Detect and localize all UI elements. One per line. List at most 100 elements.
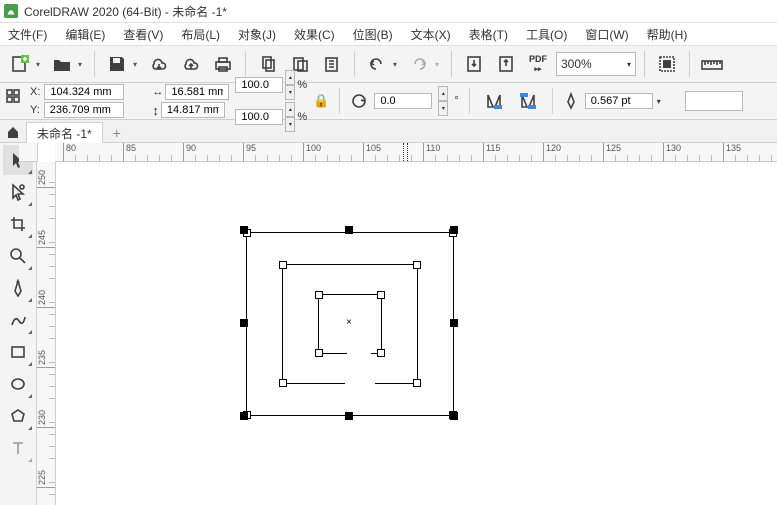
ruler-tick: 240 xyxy=(37,290,55,308)
cloud-up-button[interactable] xyxy=(177,50,205,78)
undo-button[interactable] xyxy=(363,50,391,78)
shape-node[interactable] xyxy=(377,349,385,357)
selection-handle[interactable] xyxy=(450,319,458,327)
shape-node[interactable] xyxy=(377,291,385,299)
scale-x-stepper[interactable]: ▴▾ xyxy=(285,70,295,100)
canvas[interactable]: × xyxy=(56,162,777,505)
shape-node[interactable] xyxy=(279,379,287,387)
width-icon: ↔ xyxy=(152,86,163,98)
ruler-tick: 110 xyxy=(423,143,440,161)
menu-layout[interactable]: 布局(L) xyxy=(181,26,220,43)
ruler-canvas-area: 80859095100105110115120125130135140 2502… xyxy=(37,143,777,505)
menu-bitmap[interactable]: 位图(B) xyxy=(353,26,393,43)
ruler-origin[interactable] xyxy=(19,143,38,162)
mirror-h-button[interactable] xyxy=(480,87,508,115)
text-tool[interactable] xyxy=(3,433,33,463)
home-tab[interactable] xyxy=(0,122,26,142)
scale-y-input[interactable] xyxy=(235,109,283,125)
ruler-button[interactable] xyxy=(698,50,726,78)
open-dropdown-icon[interactable]: ▾ xyxy=(78,60,86,69)
outline-pen-icon xyxy=(563,92,579,110)
mirror-v-button[interactable] xyxy=(514,87,542,115)
separator xyxy=(354,51,355,77)
new-dropdown-icon[interactable]: ▾ xyxy=(36,60,44,69)
polygon-tool[interactable] xyxy=(3,401,33,431)
outline-width-input[interactable] xyxy=(585,93,653,109)
import-button[interactable] xyxy=(460,50,488,78)
separator xyxy=(552,88,553,114)
selection-handle[interactable] xyxy=(240,412,248,420)
standard-toolbar: ▾ ▾ ▾ ▾ ▾ PDF▸▸ 300%▾ xyxy=(0,46,777,83)
ruler-tick: 250 xyxy=(37,170,55,188)
menu-help[interactable]: 帮助(H) xyxy=(647,26,688,43)
separator xyxy=(644,51,645,77)
scale-y-stepper[interactable]: ▴▾ xyxy=(285,102,295,132)
x-label: X: xyxy=(30,86,40,98)
redo-dropdown-icon[interactable]: ▾ xyxy=(435,60,443,69)
title-bar: CorelDRAW 2020 (64-Bit) - 未命名 -1* xyxy=(0,0,777,23)
document-tab[interactable]: 未命名 -1* xyxy=(26,122,103,143)
selection-center-icon[interactable]: × xyxy=(346,317,352,328)
artistic-media-tool[interactable] xyxy=(3,305,33,335)
save-button[interactable] xyxy=(103,50,131,78)
shape-node[interactable] xyxy=(413,379,421,387)
rotate-icon xyxy=(350,92,368,110)
outline-dropdown-icon[interactable]: ▾ xyxy=(657,97,661,106)
add-tab-button[interactable]: + xyxy=(107,124,127,142)
selection-handle[interactable] xyxy=(450,412,458,420)
ruler-tick: 230 xyxy=(37,410,55,428)
height-input[interactable] xyxy=(161,102,225,118)
menu-view[interactable]: 查看(V) xyxy=(123,26,163,43)
workspace: 80859095100105110115120125130135140 2502… xyxy=(0,143,777,505)
crop-tool[interactable] xyxy=(3,209,33,239)
zoom-tool[interactable] xyxy=(3,241,33,271)
selection-handle[interactable] xyxy=(345,226,353,234)
print-button[interactable] xyxy=(209,50,237,78)
width-input[interactable] xyxy=(165,84,229,100)
menu-text[interactable]: 文本(X) xyxy=(411,26,451,43)
ruler-tick: 115 xyxy=(483,143,500,161)
scale-x-input[interactable] xyxy=(235,77,283,93)
rotate-stepper[interactable]: ▴▾ xyxy=(438,86,448,116)
ruler-tick: 245 xyxy=(37,230,55,248)
selection-handle[interactable] xyxy=(240,226,248,234)
menu-edit[interactable]: 编辑(E) xyxy=(65,26,105,43)
shape-tool[interactable] xyxy=(3,177,33,207)
shape-node[interactable] xyxy=(315,349,323,357)
export-button[interactable] xyxy=(492,50,520,78)
menu-table[interactable]: 表格(T) xyxy=(469,26,508,43)
rotate-input[interactable] xyxy=(374,93,432,109)
open-button[interactable] xyxy=(48,50,76,78)
y-position-input[interactable] xyxy=(44,102,124,118)
x-position-input[interactable] xyxy=(44,84,124,100)
rectangle-tool[interactable] xyxy=(3,337,33,367)
undo-dropdown-icon[interactable]: ▾ xyxy=(393,60,401,69)
shape-node[interactable] xyxy=(279,261,287,269)
selection-handle[interactable] xyxy=(240,319,248,327)
selection-handle[interactable] xyxy=(450,226,458,234)
vertical-ruler[interactable]: 250245240235230225 xyxy=(37,162,56,505)
ellipse-tool[interactable] xyxy=(3,369,33,399)
redo-button[interactable] xyxy=(405,50,433,78)
selection-handle[interactable] xyxy=(345,412,353,420)
cloud-down-button[interactable] xyxy=(145,50,173,78)
ruler-guide-marker[interactable] xyxy=(403,143,408,161)
menu-object[interactable]: 对象(J) xyxy=(238,26,276,43)
fullscreen-button[interactable] xyxy=(653,50,681,78)
new-button[interactable] xyxy=(6,50,34,78)
menu-window[interactable]: 窗口(W) xyxy=(585,26,628,43)
horizontal-ruler[interactable]: 80859095100105110115120125130135140 xyxy=(55,143,777,162)
zoom-select[interactable]: 300%▾ xyxy=(556,52,636,76)
save-dropdown-icon[interactable]: ▾ xyxy=(133,60,141,69)
paste-button[interactable] xyxy=(318,50,346,78)
shape-node[interactable] xyxy=(413,261,421,269)
freehand-tool[interactable] xyxy=(3,273,33,303)
lock-ratio-icon[interactable]: 🔒 xyxy=(313,93,329,109)
pdf-button[interactable]: PDF▸▸ xyxy=(524,50,552,78)
shape-node[interactable] xyxy=(315,291,323,299)
menu-file[interactable]: 文件(F) xyxy=(8,26,47,43)
ruler-tick: 105 xyxy=(363,143,381,161)
menu-tool[interactable]: 工具(O) xyxy=(526,26,567,43)
style-select[interactable] xyxy=(685,91,743,111)
menu-effect[interactable]: 效果(C) xyxy=(294,26,335,43)
